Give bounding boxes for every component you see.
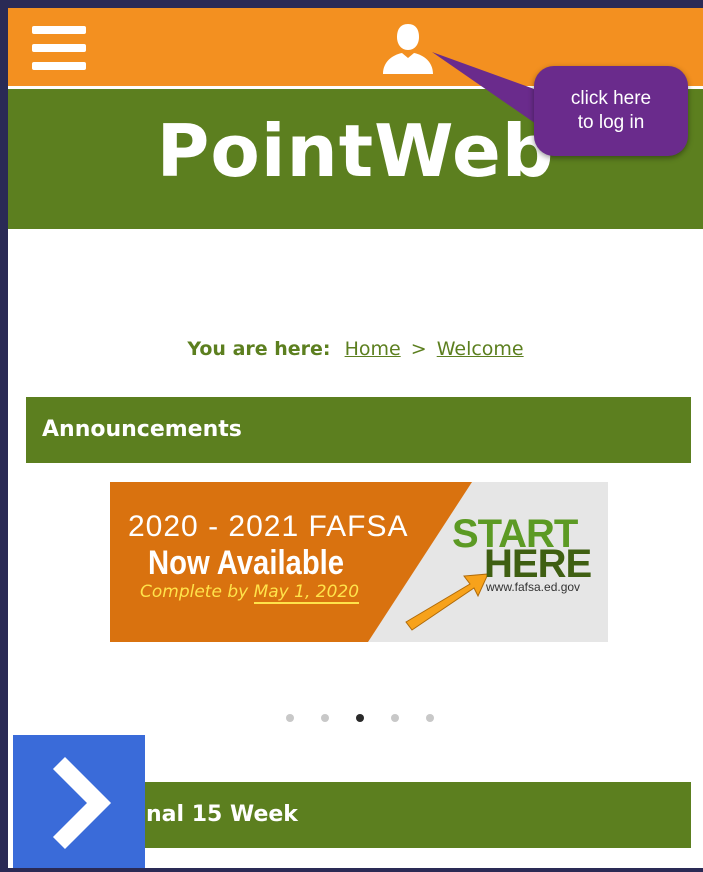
login-callout: click here to log in [534, 66, 688, 156]
breadcrumb-welcome-link[interactable]: Welcome [437, 338, 524, 360]
callout-line-2: to log in [577, 112, 645, 133]
fafsa-here-text: HERE [484, 542, 592, 586]
fafsa-deadline-prefix: Complete by [140, 582, 254, 602]
breadcrumb-label: You are here: [187, 338, 331, 360]
breadcrumb: You are here: Home > Welcome [8, 338, 703, 360]
carousel-dot-1[interactable] [286, 714, 294, 722]
fafsa-slide[interactable]: 2020 - 2021 FAFSA Now Available Complete… [110, 482, 608, 642]
breadcrumb-home-link[interactable]: Home [345, 338, 401, 360]
fafsa-year-text: 2020 - 2021 FAFSA [128, 510, 409, 543]
announcements-header: Announcements [26, 397, 691, 463]
carousel-dot-2[interactable] [321, 714, 329, 722]
next-arrow-button[interactable] [13, 735, 145, 868]
chevron-right-icon [52, 756, 112, 850]
breadcrumb-separator: > [410, 338, 427, 360]
carousel-dot-5[interactable] [426, 714, 434, 722]
callout-line-1: click here [570, 88, 652, 109]
fafsa-url-text: www.fafsa.ed.gov [486, 580, 581, 594]
carousel-dot-4[interactable] [391, 714, 399, 722]
fafsa-now-available-text: Now Available [148, 544, 345, 582]
hamburger-menu-icon[interactable] [32, 26, 86, 70]
fafsa-deadline-text: Complete by May 1, 2020 [140, 582, 360, 604]
fafsa-deadline-date: May 1, 2020 [253, 582, 360, 604]
carousel-pagination [280, 714, 440, 726]
carousel-dot-3[interactable] [356, 714, 364, 722]
user-login-icon[interactable] [380, 20, 436, 76]
